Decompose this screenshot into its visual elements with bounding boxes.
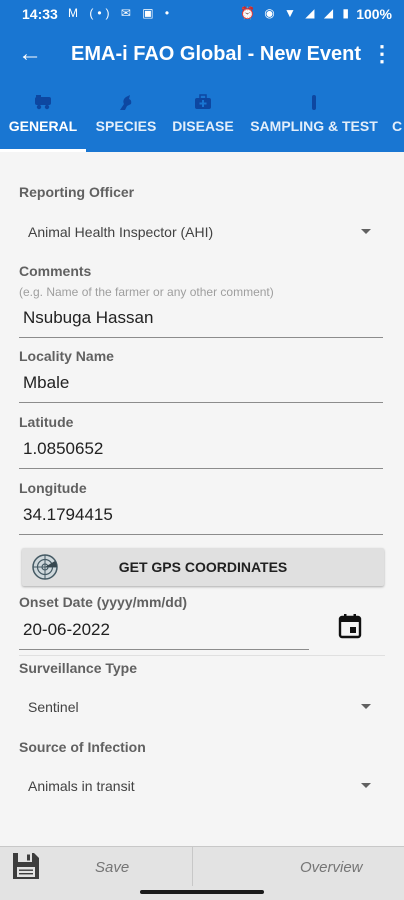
tab-label: SAMPLING & TEST [250, 118, 378, 134]
comments-field[interactable] [19, 304, 383, 338]
tab-label: GENERAL [8, 118, 78, 134]
dropdown-arrow-icon [361, 229, 371, 234]
tab-label: SPECIES [95, 118, 157, 134]
save-floppy-icon[interactable] [10, 850, 42, 887]
gps-button-label: GET GPS COORDINATES [118, 559, 288, 575]
longitude-label: Longitude [19, 480, 87, 496]
tab-species[interactable]: SPECIES [86, 84, 166, 152]
divider [19, 655, 385, 656]
source-of-infection-value: Animals in transit [28, 778, 135, 794]
reporting-officer-select[interactable]: Animal Health Inspector (AHI) [19, 216, 385, 248]
longitude-input[interactable] [23, 505, 363, 525]
comments-hint: (e.g. Name of the farmer or any other co… [19, 285, 274, 299]
tab-more[interactable]: C [392, 84, 404, 152]
bottom-action-bar: Save Overview [0, 846, 404, 887]
gesture-nav-bar [0, 886, 404, 900]
locality-field[interactable] [19, 369, 383, 403]
app-bar: ← EMA-i FAO Global - New Event ⋮ [0, 28, 404, 84]
latitude-label: Latitude [19, 414, 74, 430]
dropdown-arrow-icon [361, 783, 371, 788]
latitude-input[interactable] [23, 439, 363, 459]
truck-icon [0, 84, 86, 114]
onset-date-input[interactable] [23, 620, 293, 640]
locality-label: Locality Name [19, 348, 114, 364]
tab-disease[interactable]: DISEASE [166, 84, 240, 152]
comments-label: Comments [19, 263, 92, 279]
surveillance-type-value: Sentinel [28, 699, 79, 715]
battery-level: 100% [356, 6, 392, 22]
tab-sampling-test[interactable]: SAMPLING & TEST [240, 84, 388, 152]
divider [192, 847, 193, 887]
save-button[interactable]: Save [95, 859, 129, 876]
system-status-icons: ⏰ ◉ ▼ ◢ ◢ ▮ [239, 6, 352, 20]
medical-kit-icon [166, 84, 240, 114]
test-tube-icon [240, 84, 388, 114]
general-form: Reporting Officer Animal Health Inspecto… [0, 152, 404, 846]
onset-date-field[interactable] [19, 616, 309, 650]
home-gesture-handle[interactable] [140, 890, 264, 894]
comments-input[interactable] [23, 308, 363, 328]
dropdown-arrow-icon [361, 704, 371, 709]
onset-date-label: Onset Date (yyyy/mm/dd) [19, 594, 188, 610]
page-title: EMA-i FAO Global - New Event [71, 43, 362, 65]
tab-bar: GENERAL SPECIES DISEASE SAMPLING & TEST … [0, 84, 404, 152]
latitude-field[interactable] [19, 435, 383, 469]
status-bar: 14:33 M (•) ✉ ▣ • ⏰ ◉ ▼ ◢ ◢ ▮ 100% [0, 0, 404, 28]
locality-input[interactable] [23, 373, 363, 393]
overflow-menu-icon[interactable]: ⋮ [370, 40, 394, 68]
get-gps-coordinates-button[interactable]: GET GPS COORDINATES [22, 548, 384, 586]
reporting-officer-value: Animal Health Inspector (AHI) [28, 224, 214, 240]
reporting-officer-label: Reporting Officer [19, 184, 135, 200]
surveillance-type-label: Surveillance Type [19, 660, 138, 676]
source-of-infection-label: Source of Infection [19, 739, 146, 755]
tab-general[interactable]: GENERAL [0, 84, 86, 152]
overview-button[interactable]: Overview [300, 859, 363, 876]
calendar-icon[interactable] [338, 613, 362, 644]
source-of-infection-select[interactable]: Animals in transit [19, 770, 385, 802]
status-time: 14:33 [22, 6, 58, 22]
bird-icon [86, 84, 166, 114]
tab-label: DISEASE [172, 118, 234, 134]
longitude-field[interactable] [19, 501, 383, 535]
tab-label: C [392, 118, 403, 134]
back-arrow-icon[interactable]: ← [16, 40, 44, 68]
surveillance-type-select[interactable]: Sentinel [19, 691, 385, 723]
notification-icons: M (•) ✉ ▣ • [68, 6, 174, 20]
